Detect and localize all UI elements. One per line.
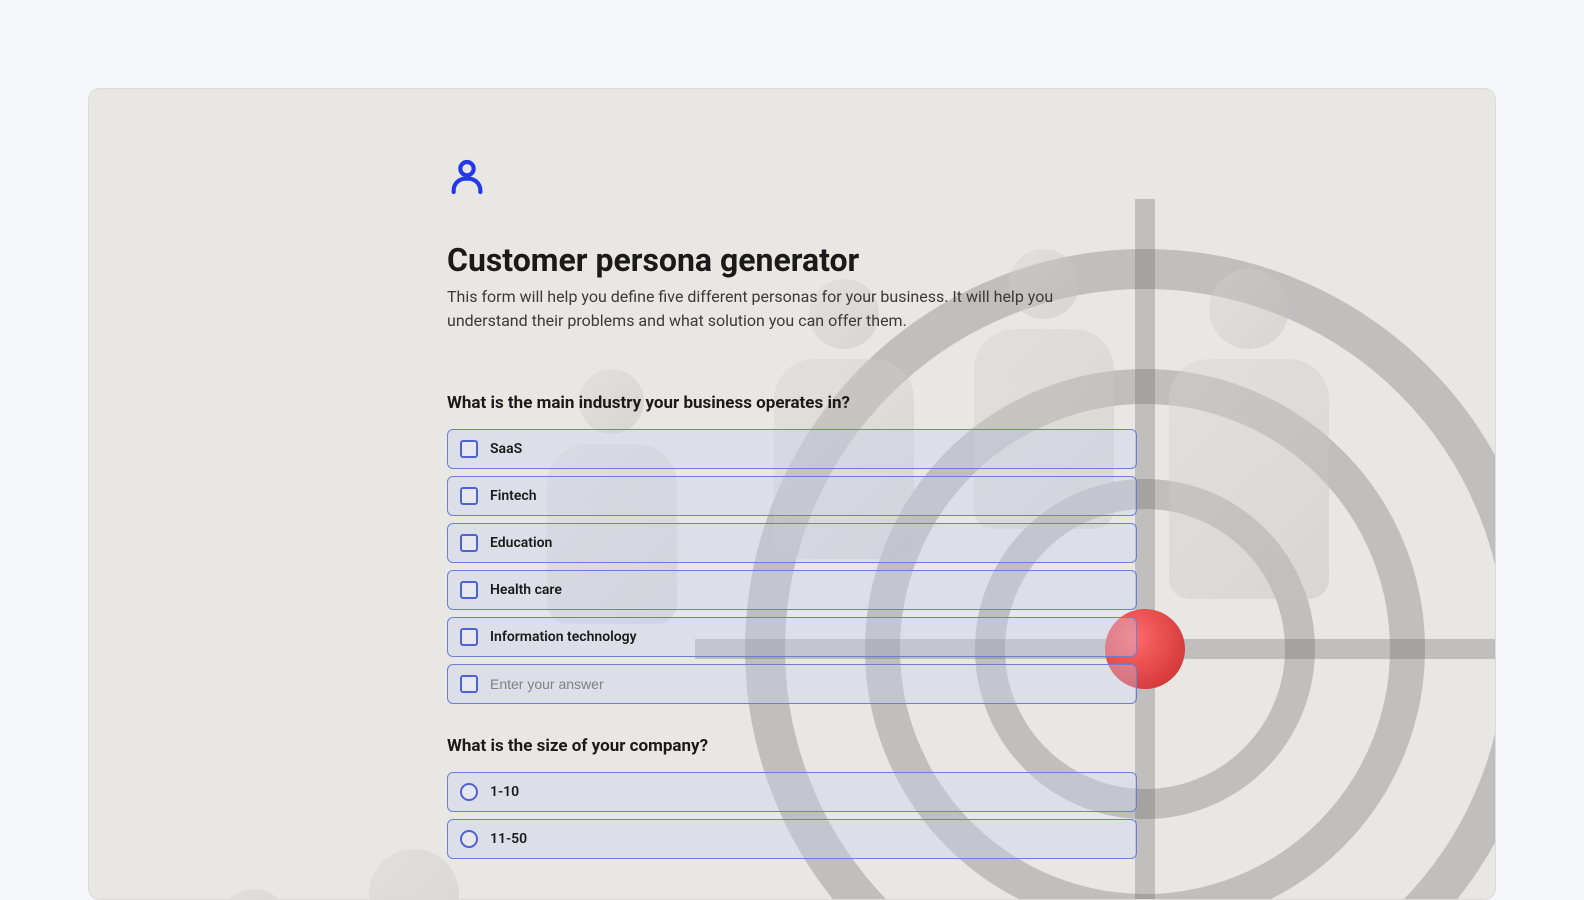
option-education[interactable]: Education [447, 523, 1137, 563]
form-description: This form will help you define five diff… [447, 285, 1137, 333]
option-label: 11-50 [490, 831, 527, 847]
question-label-industry: What is the main industry your business … [447, 393, 1137, 413]
checkbox-icon [460, 440, 478, 458]
option-label: Health care [490, 582, 562, 598]
person-icon [447, 157, 1137, 201]
option-health-care[interactable]: Health care [447, 570, 1137, 610]
option-label: SaaS [490, 441, 522, 457]
radio-icon [460, 783, 478, 801]
checkbox-icon [460, 487, 478, 505]
option-custom-answer[interactable] [447, 664, 1137, 704]
custom-answer-input[interactable] [490, 676, 1124, 692]
option-label: 1-10 [490, 784, 519, 800]
form-card: Customer persona generator This form wil… [88, 88, 1496, 900]
option-information-technology[interactable]: Information technology [447, 617, 1137, 657]
checkbox-icon [460, 534, 478, 552]
option-saas[interactable]: SaaS [447, 429, 1137, 469]
option-label: Information technology [490, 629, 637, 645]
option-fintech[interactable]: Fintech [447, 476, 1137, 516]
radio-icon [460, 830, 478, 848]
checkbox-icon [460, 628, 478, 646]
question-label-company-size: What is the size of your company? [447, 736, 1137, 756]
option-size-1-10[interactable]: 1-10 [447, 772, 1137, 812]
option-size-11-50[interactable]: 11-50 [447, 819, 1137, 859]
question-company-size: What is the size of your company? 1-10 1… [447, 736, 1137, 859]
option-label: Education [490, 535, 552, 551]
form-title: Customer persona generator [447, 241, 1137, 279]
question-industry: What is the main industry your business … [447, 393, 1137, 704]
form-content: Customer persona generator This form wil… [447, 89, 1137, 859]
option-label: Fintech [490, 488, 537, 504]
checkbox-icon [460, 675, 478, 693]
checkbox-icon [460, 581, 478, 599]
